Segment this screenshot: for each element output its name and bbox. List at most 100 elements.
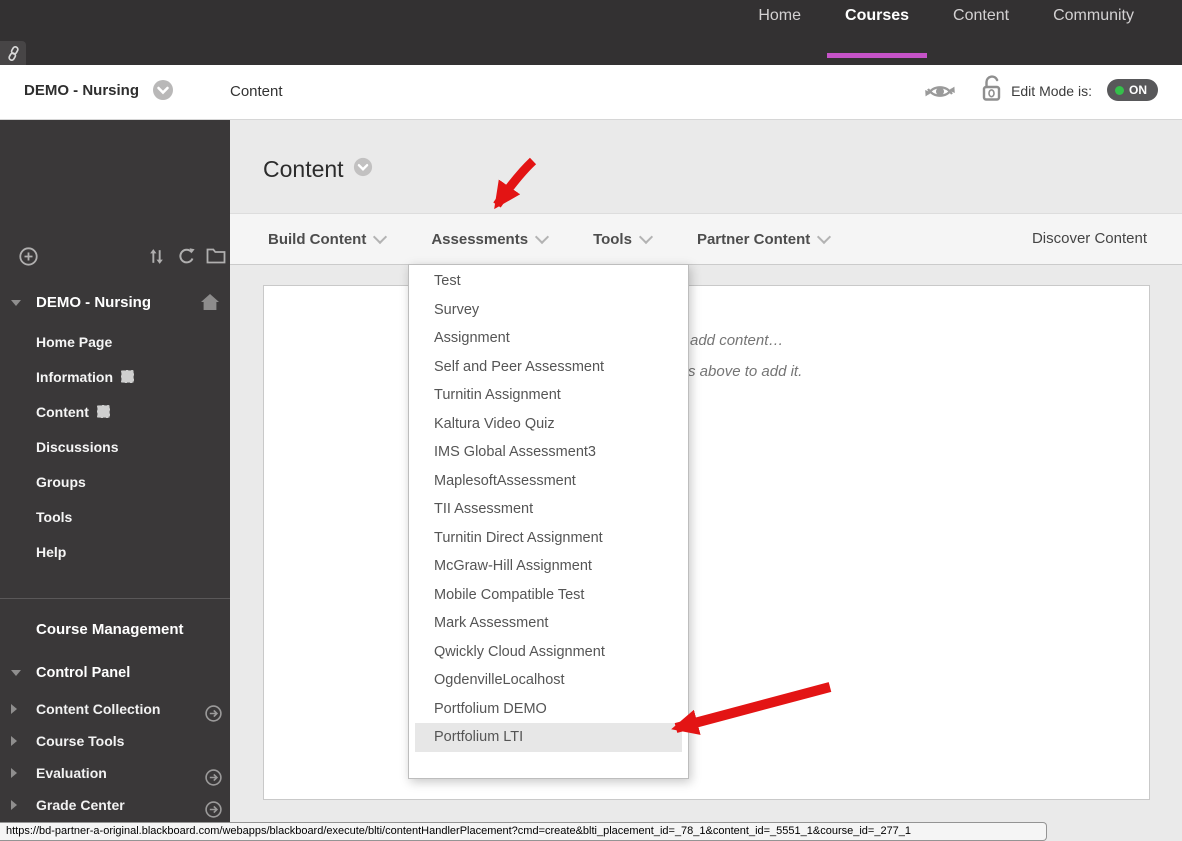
- folder-view-button[interactable]: [206, 247, 226, 269]
- chevron-circle-icon: [353, 157, 372, 177]
- chevron-circle-icon: [153, 80, 173, 100]
- menu-item-assignment[interactable]: Assignment: [415, 324, 682, 353]
- discover-content-button[interactable]: Discover Content: [1032, 230, 1147, 247]
- sidebar-course-row: DEMO - Nursing: [0, 292, 230, 316]
- sidebar-item-label: Home Page: [36, 334, 113, 350]
- sidebar-item-tools[interactable]: Tools: [0, 500, 230, 535]
- refresh-icon: [179, 248, 195, 264]
- add-circle-icon: [19, 247, 38, 266]
- control-item-label: Grade Center: [36, 797, 125, 813]
- assessments-dropdown-menu: Test Survey Assignment Self and Peer Ass…: [408, 264, 689, 779]
- sort-arrows-icon: [150, 249, 163, 264]
- caret-icon: [11, 800, 17, 810]
- quick-links-icon: [7, 45, 19, 61]
- unlock-icon: [982, 75, 1001, 101]
- sidebar-item-label: Tools: [36, 509, 73, 525]
- folder-icon: [206, 248, 226, 264]
- sidebar-item-label: Groups: [36, 474, 86, 490]
- caret-icon[interactable]: [11, 670, 21, 676]
- empty-content-text-line2: s above to add it.: [688, 363, 803, 380]
- course-home-button[interactable]: [200, 293, 220, 316]
- sidebar-divider: [0, 598, 230, 599]
- refresh-button[interactable]: [177, 247, 196, 271]
- partner-content-button[interactable]: Partner Content: [696, 229, 832, 248]
- sidebar-item-label: Information: [36, 369, 113, 385]
- page-title-menu-button[interactable]: [353, 157, 373, 182]
- menu-item-survey[interactable]: Survey: [415, 296, 682, 325]
- menu-item-tii-assessment[interactable]: TII Assessment: [415, 495, 682, 524]
- student-preview-icon: [925, 86, 955, 97]
- menu-item-mcgraw-hill-assignment[interactable]: McGraw-Hill Assignment: [415, 552, 682, 581]
- unlock-button[interactable]: [979, 73, 1004, 111]
- course-menu-sidebar: DEMO - Nursing Home Page Information Con…: [0, 120, 230, 841]
- control-item-grade-center[interactable]: Grade Center: [0, 789, 230, 821]
- quick-links-button[interactable]: [0, 41, 26, 65]
- control-item-evaluation[interactable]: Evaluation: [0, 757, 230, 789]
- menu-item-mark-assessment[interactable]: Mark Assessment: [415, 609, 682, 638]
- menu-item-maplesoftassessment[interactable]: MaplesoftAssessment: [415, 467, 682, 496]
- control-panel-label[interactable]: Control Panel: [36, 665, 130, 681]
- button-label: Tools: [593, 230, 632, 248]
- reorder-button[interactable]: [147, 247, 166, 271]
- control-item-label: Content Collection: [36, 701, 161, 717]
- menu-item-turnitin-direct-assignment[interactable]: Turnitin Direct Assignment: [415, 524, 682, 553]
- sidebar-course-name[interactable]: DEMO - Nursing: [36, 294, 151, 311]
- control-item-label: Evaluation: [36, 765, 107, 781]
- chevron-down-icon: [534, 229, 550, 244]
- home-icon: [201, 294, 219, 310]
- student-preview-button[interactable]: [922, 78, 958, 110]
- caret-icon: [11, 736, 17, 746]
- course-management-header: Course Management: [36, 621, 184, 638]
- breadcrumb[interactable]: Content: [230, 83, 283, 100]
- caret-icon: [11, 704, 17, 714]
- tools-button[interactable]: Tools: [593, 229, 654, 248]
- assessments-button[interactable]: Assessments: [431, 229, 550, 248]
- edit-mode-toggle[interactable]: ON: [1107, 79, 1158, 101]
- red-arrow-assessments: [493, 157, 537, 210]
- edit-mode-label: Edit Mode is:: [1011, 83, 1092, 99]
- sidebar-item-label: Discussions: [36, 439, 119, 455]
- menu-item-portfolium-demo[interactable]: Portfolium DEMO: [415, 695, 682, 724]
- course-menu-list: Home Page Information Content Discussion…: [0, 325, 230, 570]
- menu-item-qwickly-cloud-assignment[interactable]: Qwickly Cloud Assignment: [415, 638, 682, 667]
- menu-item-self-and-peer-assessment[interactable]: Self and Peer Assessment: [415, 353, 682, 382]
- menu-item-ims-global-assessment3[interactable]: IMS Global Assessment3: [415, 438, 682, 467]
- button-label: Partner Content: [696, 230, 811, 248]
- nav-tab-community[interactable]: Community: [1053, 0, 1134, 58]
- top-nav: Home Courses Content Community: [758, 0, 1134, 65]
- sidebar-item-help[interactable]: Help: [0, 535, 230, 570]
- content-action-bar: Build Content Assessments Tools Partner …: [230, 213, 1182, 265]
- menu-item-portfolium-lti[interactable]: Portfolium LTI: [415, 723, 682, 752]
- menu-item-test[interactable]: Test: [415, 267, 682, 296]
- toggle-green-dot-icon: [1115, 85, 1124, 95]
- control-item-content-collection[interactable]: Content Collection: [0, 693, 230, 725]
- nav-tab-courses[interactable]: Courses: [827, 0, 928, 58]
- button-label: Assessments: [431, 230, 529, 248]
- chevron-down-icon: [817, 229, 832, 244]
- sidebar-item-home-page[interactable]: Home Page: [0, 325, 230, 360]
- caret-icon[interactable]: [11, 300, 21, 306]
- caret-icon: [11, 768, 17, 778]
- nav-tab-content[interactable]: Content: [953, 0, 1009, 58]
- nav-tab-home[interactable]: Home: [758, 0, 801, 58]
- course-header-bar: DEMO - Nursing Content Edit Mode is: ON: [0, 65, 1182, 120]
- menu-item-ogdenvillelocalhost[interactable]: OgdenvilleLocalhost: [415, 666, 682, 695]
- button-label: Build Content: [268, 230, 367, 248]
- control-item-course-tools[interactable]: Course Tools: [0, 725, 230, 757]
- page-title-row: Content: [263, 156, 373, 183]
- top-navigation-bar: Home Courses Content Community: [0, 0, 1182, 65]
- build-content-button[interactable]: Build Content: [268, 229, 388, 248]
- sidebar-item-discussions[interactable]: Discussions: [0, 430, 230, 465]
- dashed-square-icon: [121, 370, 134, 383]
- sidebar-item-groups[interactable]: Groups: [0, 465, 230, 500]
- course-menu-button[interactable]: [152, 79, 174, 106]
- control-item-label: Course Tools: [36, 733, 125, 749]
- empty-content-text-line1: add content…: [690, 332, 784, 349]
- control-panel-list: Content Collection Course Tools Evaluati…: [0, 693, 230, 841]
- sidebar-item-information[interactable]: Information: [0, 360, 230, 395]
- menu-item-turnitin-assignment[interactable]: Turnitin Assignment: [415, 381, 682, 410]
- sidebar-item-content[interactable]: Content: [0, 395, 230, 430]
- menu-item-mobile-compatible-test[interactable]: Mobile Compatible Test: [415, 581, 682, 610]
- add-menu-item-button[interactable]: [19, 247, 38, 271]
- menu-item-kaltura-video-quiz[interactable]: Kaltura Video Quiz: [415, 410, 682, 439]
